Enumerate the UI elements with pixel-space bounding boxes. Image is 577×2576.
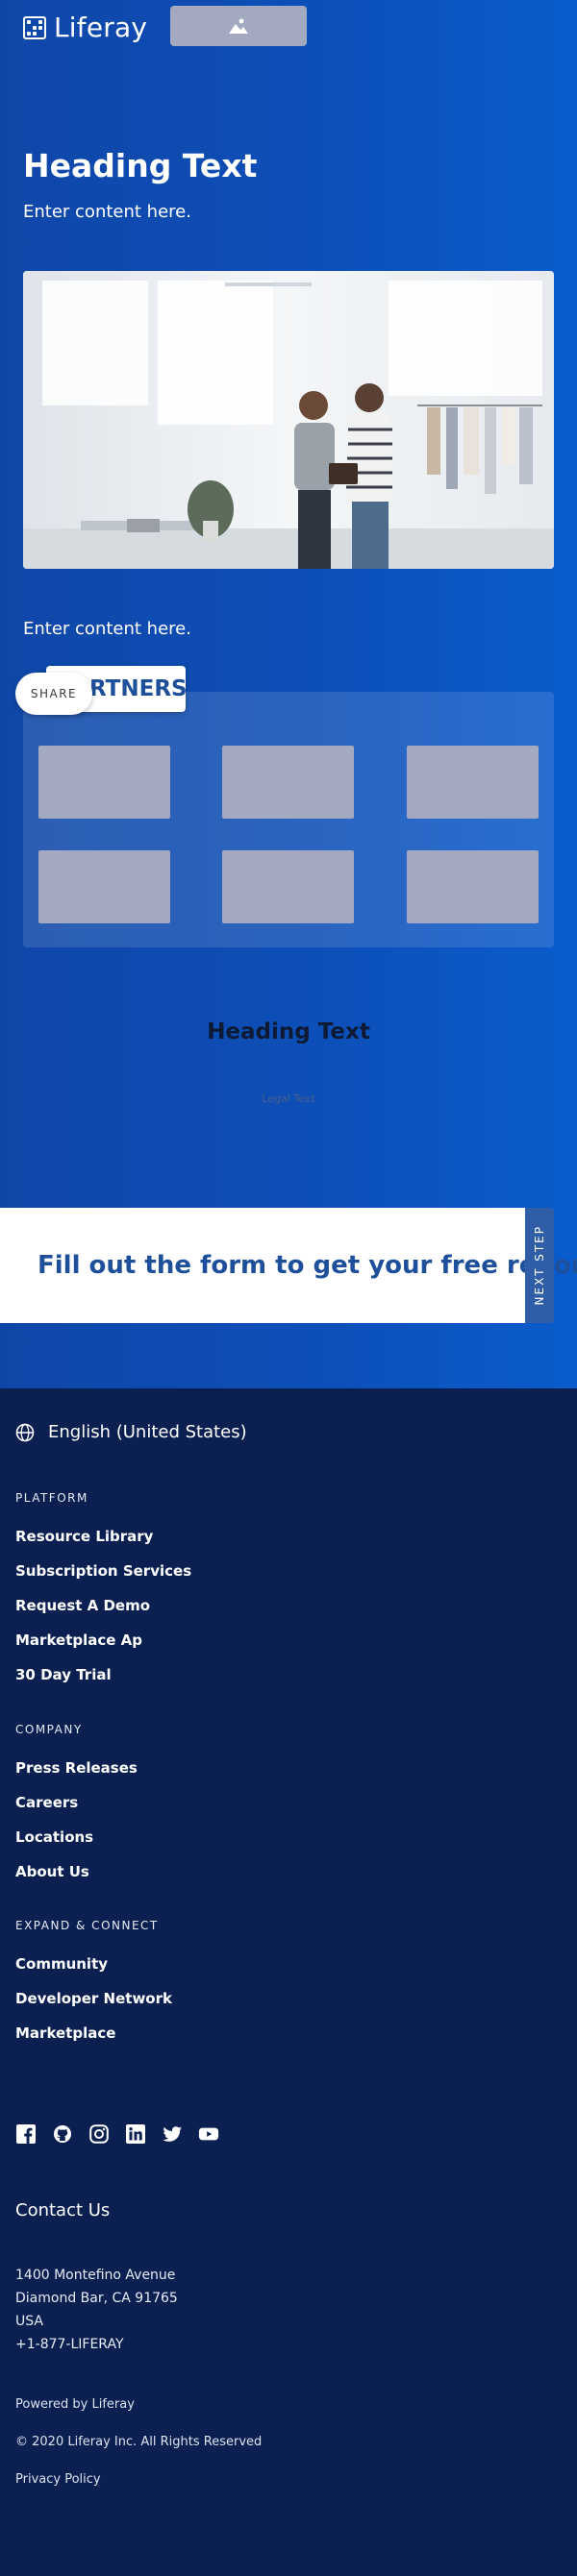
linkedin-icon[interactable] bbox=[125, 2123, 146, 2145]
footer-link[interactable]: Request A Demo bbox=[15, 1596, 150, 1615]
cta-banner[interactable]: Fill out the form to get your free repor… bbox=[0, 1208, 577, 1323]
legal-text: Legal Text bbox=[262, 1092, 315, 1105]
footer-section-title-company: COMPANY bbox=[15, 1723, 83, 1736]
language-label: English (United States) bbox=[48, 1422, 247, 1442]
image-icon bbox=[229, 18, 248, 34]
footer-link[interactable]: About Us bbox=[15, 1862, 89, 1881]
twitter-icon[interactable] bbox=[162, 2123, 183, 2145]
logo-text: Liferay bbox=[54, 12, 148, 43]
address-line: 1400 Montefino Avenue bbox=[15, 2268, 176, 2283]
page-heading: Heading Text bbox=[23, 147, 258, 184]
footer-link[interactable]: Resource Library bbox=[15, 1527, 153, 1546]
partner-logo-placeholder bbox=[38, 746, 170, 819]
lead-text: Enter content here. bbox=[23, 202, 191, 222]
header-image-placeholder bbox=[170, 6, 307, 46]
top-bar: Liferay bbox=[0, 0, 577, 58]
footer-section-title-expand: EXPAND & CONNECT bbox=[15, 1919, 159, 1932]
address-line: Diamond Bar, CA 91765 bbox=[15, 2291, 178, 2306]
github-icon[interactable] bbox=[52, 2123, 73, 2145]
share-button[interactable]: SHARE bbox=[15, 673, 92, 715]
partner-logo-placeholder bbox=[407, 850, 539, 923]
hero-section: Liferay Heading Text Enter content here. bbox=[0, 0, 577, 1388]
footer-link[interactable]: Developer Network bbox=[15, 1989, 172, 2008]
footer-link[interactable]: Marketplace Ap bbox=[15, 1631, 142, 1650]
liferay-logo-icon bbox=[23, 16, 46, 39]
footer-link[interactable]: Marketplace bbox=[15, 2024, 115, 2043]
store-photo-illustration bbox=[23, 271, 554, 569]
next-step-label: NEXT STEP bbox=[533, 1225, 546, 1306]
copyright-text: © 2020 Liferay Inc. All Rights Reserved bbox=[15, 2435, 263, 2449]
contact-title: Contact Us bbox=[15, 2200, 111, 2220]
address-line: USA bbox=[15, 2314, 43, 2329]
footer-link[interactable]: Careers bbox=[15, 1793, 78, 1812]
cta-text: Fill out the form to get your free repor… bbox=[38, 1251, 577, 1280]
partner-logo-placeholder bbox=[222, 850, 354, 923]
partner-logo-placeholder bbox=[407, 746, 539, 819]
powered-by-link[interactable]: Powered by Liferay bbox=[15, 2396, 135, 2414]
footer-link[interactable]: Community bbox=[15, 1954, 108, 1974]
youtube-icon[interactable] bbox=[198, 2123, 219, 2145]
facebook-icon[interactable] bbox=[15, 2123, 37, 2145]
footer-link[interactable]: Press Releases bbox=[15, 1758, 138, 1778]
language-selector[interactable]: English (United States) bbox=[15, 1421, 247, 1444]
partner-logo-placeholder bbox=[222, 746, 354, 819]
privacy-policy-link[interactable]: Privacy Policy bbox=[15, 2471, 101, 2489]
hero-photo bbox=[23, 271, 554, 569]
footer-link[interactable]: Subscription Services bbox=[15, 1561, 191, 1581]
footer-link[interactable]: Locations bbox=[15, 1828, 93, 1847]
social-links bbox=[15, 2123, 219, 2145]
next-step-button[interactable]: NEXT STEP bbox=[525, 1208, 554, 1323]
footer: English (United States) PLATFORM Resourc… bbox=[0, 1388, 577, 2576]
section-heading: Heading Text bbox=[207, 1019, 370, 1044]
secondary-text: Enter content here. bbox=[23, 619, 191, 639]
footer-link[interactable]: 30 Day Trial bbox=[15, 1665, 112, 1684]
globe-icon bbox=[15, 1423, 35, 1442]
footer-section-title-platform: PLATFORM bbox=[15, 1491, 88, 1505]
site-logo[interactable]: Liferay bbox=[23, 12, 147, 44]
partner-logo-placeholder bbox=[38, 850, 170, 923]
phone-number[interactable]: +1-877-LIFERAY bbox=[15, 2335, 124, 2354]
page: Liferay Heading Text Enter content here. bbox=[0, 0, 577, 2576]
instagram-icon[interactable] bbox=[88, 2123, 110, 2145]
